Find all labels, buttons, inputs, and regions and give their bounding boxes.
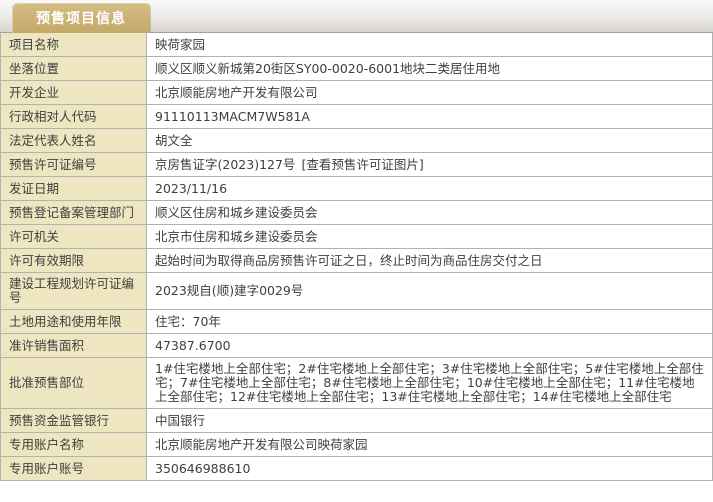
table-row-account-name: 专用账户名称 北京顺能房地产开发有限公司映荷家园 bbox=[1, 433, 712, 457]
licensing-authority-value: 北京市住房和城乡建设委员会 bbox=[155, 229, 318, 244]
table-row-planning-permit-number: 建设工程规划许可证编号 2023规自(顺)建字0029号 bbox=[1, 273, 712, 310]
table-row-admin-code: 行政相对人代码 91110113MACM7W581A bbox=[1, 105, 712, 129]
legal-representative-value: 胡文全 bbox=[155, 133, 193, 148]
land-use-term-value: 住宅：70年 bbox=[155, 314, 221, 329]
row-label: 许可机关 bbox=[1, 225, 147, 248]
presale-info-page: 预售项目信息 项目名称 映荷家园 坐落位置 顺义区顺义新城第20街区SY00-0… bbox=[0, 0, 713, 481]
header-bar: 预售项目信息 bbox=[0, 0, 713, 33]
table-row-licensing-authority: 许可机关 北京市住房和城乡建设委员会 bbox=[1, 225, 712, 249]
developer-value: 北京顺能房地产开发有限公司 bbox=[155, 85, 318, 100]
project-name-value: 映荷家园 bbox=[155, 37, 205, 52]
row-label: 坐落位置 bbox=[1, 57, 147, 80]
row-label: 土地用途和使用年限 bbox=[1, 310, 147, 333]
row-label: 批准预售部位 bbox=[1, 358, 147, 408]
row-label: 法定代表人姓名 bbox=[1, 129, 147, 152]
table-row-legal-representative: 法定代表人姓名 胡文全 bbox=[1, 129, 712, 153]
row-value: 顺义区住房和城乡建设委员会 bbox=[147, 201, 712, 224]
row-label: 预售许可证编号 bbox=[1, 153, 147, 176]
row-value: 住宅：70年 bbox=[147, 310, 712, 333]
row-value: 中国银行 bbox=[147, 409, 712, 432]
tab-presale-project-info[interactable]: 预售项目信息 bbox=[12, 3, 150, 33]
account-number-value: 350646988610 bbox=[155, 461, 250, 476]
row-value: 北京市住房和城乡建设委员会 bbox=[147, 225, 712, 248]
row-label: 预售登记备案管理部门 bbox=[1, 201, 147, 224]
row-label: 准许销售面积 bbox=[1, 334, 147, 357]
row-label: 建设工程规划许可证编号 bbox=[1, 273, 147, 309]
row-label: 项目名称 bbox=[1, 33, 147, 56]
row-value: 胡文全 bbox=[147, 129, 712, 152]
table-row-approved-presale-parts: 批准预售部位 1#住宅楼地上全部住宅；2#住宅楼地上全部住宅；3#住宅楼地上全部… bbox=[1, 358, 712, 409]
row-value: 1#住宅楼地上全部住宅；2#住宅楼地上全部住宅；3#住宅楼地上全部住宅；5#住宅… bbox=[147, 358, 712, 408]
table-row-developer: 开发企业 北京顺能房地产开发有限公司 bbox=[1, 81, 712, 105]
row-label: 预售资金监管银行 bbox=[1, 409, 147, 432]
table-row-registration-department: 预售登记备案管理部门 顺义区住房和城乡建设委员会 bbox=[1, 201, 712, 225]
planning-permit-number-value: 2023规自(顺)建字0029号 bbox=[155, 284, 303, 298]
row-value: 北京顺能房地产开发有限公司 bbox=[147, 81, 712, 104]
row-value: 47387.6700 bbox=[147, 334, 712, 357]
table-row-land-use-term: 土地用途和使用年限 住宅：70年 bbox=[1, 310, 712, 334]
table-row-permit-validity: 许可有效期限 起始时间为取得商品房预售许可证之日，终止时间为商品住房交付之日 bbox=[1, 249, 712, 273]
row-value: 起始时间为取得商品房预售许可证之日，终止时间为商品住房交付之日 bbox=[147, 249, 712, 272]
location-value: 顺义区顺义新城第20街区SY00-0020-6001地块二类居住用地 bbox=[155, 61, 500, 76]
table-row-supervision-bank: 预售资金监管银行 中国银行 bbox=[1, 409, 712, 433]
row-value: 映荷家园 bbox=[147, 33, 712, 56]
tab-label: 预售项目信息 bbox=[36, 8, 126, 28]
row-label: 发证日期 bbox=[1, 177, 147, 200]
table-row-project-name: 项目名称 映荷家园 bbox=[1, 33, 712, 57]
permit-validity-value: 起始时间为取得商品房预售许可证之日，终止时间为商品住房交付之日 bbox=[155, 253, 543, 268]
row-label: 专用账户账号 bbox=[1, 457, 147, 480]
row-label: 开发企业 bbox=[1, 81, 147, 104]
row-value: 京房售证字(2023)127号 [查看预售许可证图片] bbox=[147, 153, 712, 176]
permit-number-value: 京房售证字(2023)127号 bbox=[155, 157, 295, 172]
table-row-account-number: 专用账户账号 350646988610 bbox=[1, 457, 712, 481]
row-value: 北京顺能房地产开发有限公司映荷家园 bbox=[147, 433, 712, 456]
table-row-approved-sales-area: 准许销售面积 47387.6700 bbox=[1, 334, 712, 358]
row-value: 2023/11/16 bbox=[147, 177, 712, 200]
admin-code-value: 91110113MACM7W581A bbox=[155, 109, 310, 124]
row-value: 顺义区顺义新城第20街区SY00-0020-6001地块二类居住用地 bbox=[147, 57, 712, 80]
presale-info-table: 项目名称 映荷家园 坐落位置 顺义区顺义新城第20街区SY00-0020-600… bbox=[0, 33, 713, 481]
row-label: 行政相对人代码 bbox=[1, 105, 147, 128]
account-name-value: 北京顺能房地产开发有限公司映荷家园 bbox=[155, 437, 368, 452]
table-row-permit-number: 预售许可证编号 京房售证字(2023)127号 [查看预售许可证图片] bbox=[1, 153, 712, 177]
row-value: 350646988610 bbox=[147, 457, 712, 480]
row-value: 91110113MACM7W581A bbox=[147, 105, 712, 128]
table-row-issue-date: 发证日期 2023/11/16 bbox=[1, 177, 712, 201]
approved-sales-area-value: 47387.6700 bbox=[155, 338, 231, 353]
issue-date-value: 2023/11/16 bbox=[155, 181, 227, 196]
row-label: 许可有效期限 bbox=[1, 249, 147, 272]
view-permit-image-link[interactable]: [查看预售许可证图片] bbox=[301, 157, 423, 172]
approved-presale-parts-value: 1#住宅楼地上全部住宅；2#住宅楼地上全部住宅；3#住宅楼地上全部住宅；5#住宅… bbox=[155, 362, 704, 404]
registration-department-value: 顺义区住房和城乡建设委员会 bbox=[155, 205, 318, 220]
supervision-bank-value: 中国银行 bbox=[155, 413, 205, 428]
row-value: 2023规自(顺)建字0029号 bbox=[147, 273, 712, 309]
table-row-location: 坐落位置 顺义区顺义新城第20街区SY00-0020-6001地块二类居住用地 bbox=[1, 57, 712, 81]
row-label: 专用账户名称 bbox=[1, 433, 147, 456]
